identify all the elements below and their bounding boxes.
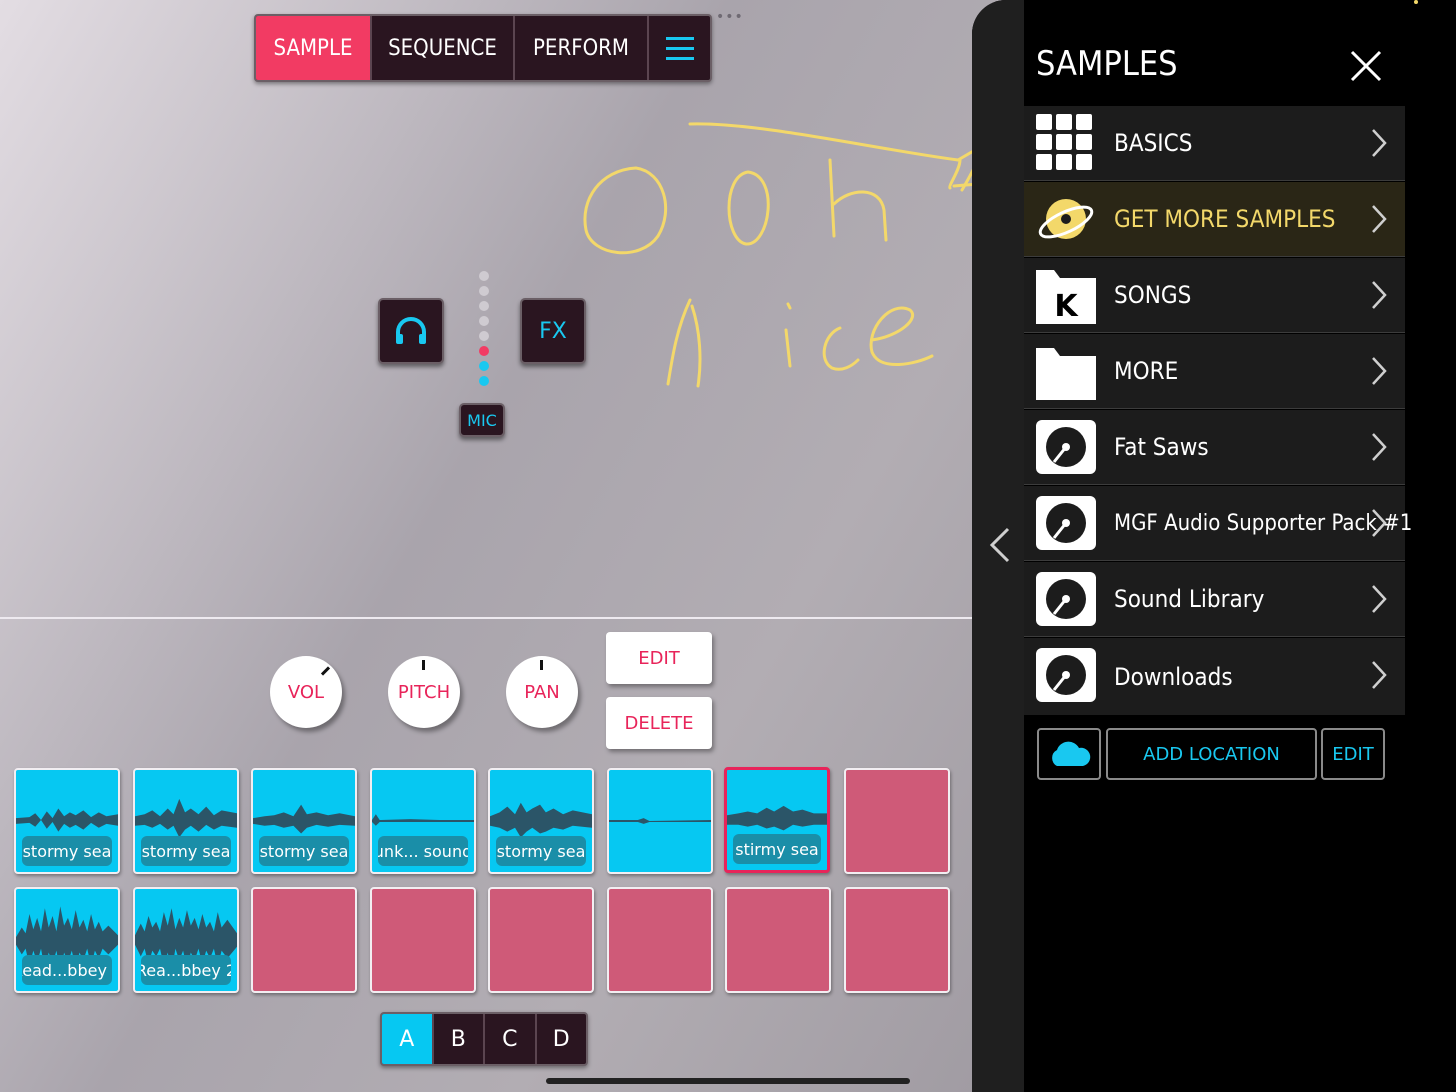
pad-1[interactable]: stormy sea [14, 768, 120, 874]
vol-knob[interactable]: VOL [270, 656, 342, 728]
chevron-right-icon [1372, 357, 1387, 385]
pad-label: stormy sea [259, 836, 349, 866]
chevron-right-icon [1372, 585, 1387, 613]
bank-selector: A B C D [380, 1012, 588, 1066]
pad-2[interactable]: stormy sea [133, 768, 239, 874]
chevron-right-icon [1372, 509, 1387, 537]
panel-item-label: MORE [1114, 357, 1179, 385]
chevron-left-icon[interactable] [986, 525, 1012, 565]
panel-item-label: MGF Audio Supporter Pack #1 [1114, 510, 1413, 536]
pad-label: Read...bbey 1 [22, 955, 112, 985]
edit-sample-button[interactable]: EDIT [606, 632, 712, 684]
chevron-right-icon [1372, 281, 1387, 309]
chevron-right-icon [1372, 129, 1387, 157]
pad-label: unk... sound [378, 836, 468, 866]
panel-item-songs[interactable]: K SONGS [1024, 258, 1405, 333]
headphones-icon [396, 317, 426, 344]
pan-knob-label: PAN [524, 681, 560, 703]
tab-sample[interactable]: SAMPLE [256, 16, 372, 80]
hamburger-icon [665, 36, 694, 60]
pad-10[interactable]: Rea...bbey 2 [133, 887, 239, 993]
close-icon[interactable] [1346, 46, 1386, 86]
panel-title: SAMPLES [1036, 44, 1178, 84]
mic-button[interactable]: MIC [459, 403, 505, 437]
multitask-grip[interactable]: ••• [716, 9, 744, 25]
drive-icon [1036, 496, 1096, 550]
pad-label: Rea...bbey 2 [141, 955, 231, 985]
pad-label: stormy sea [141, 836, 231, 866]
pad-5[interactable]: stormy sea [488, 768, 594, 874]
menu-button[interactable] [649, 16, 710, 80]
panel-item-label: Downloads [1114, 662, 1233, 691]
tab-perform[interactable]: PERFORM [515, 16, 649, 80]
panel-item-label: BASICS [1114, 129, 1193, 157]
drive-icon [1036, 572, 1096, 626]
panel-item-label: Fat Saws [1114, 433, 1209, 461]
pitch-knob-label: PITCH [397, 681, 451, 703]
status-indicator [1414, 0, 1418, 4]
cloud-button[interactable] [1037, 728, 1101, 780]
chevron-right-icon [1372, 661, 1387, 689]
panel-item-sound-library[interactable]: Sound Library [1024, 562, 1405, 637]
pad-4[interactable]: unk... sound [370, 768, 476, 874]
knob-indicator [320, 666, 331, 676]
pad-14[interactable] [607, 887, 713, 993]
waveform [609, 818, 711, 824]
pad-6[interactable] [607, 768, 713, 874]
planet-disc-icon [1038, 199, 1094, 239]
pad-label: stormy sea [496, 836, 586, 866]
pad-7-selected[interactable]: stirmy sea [724, 767, 830, 873]
panel-item-get-more-samples[interactable]: GET MORE SAMPLES [1024, 182, 1405, 257]
section-divider [0, 617, 972, 619]
pad-9[interactable]: Read...bbey 1 [14, 887, 120, 993]
folder-k-icon: K [1036, 270, 1096, 324]
fx-button[interactable]: FX [520, 298, 586, 364]
drive-icon [1036, 420, 1096, 474]
panel-item-label: SONGS [1114, 281, 1192, 309]
panel-item-label: Sound Library [1114, 585, 1265, 613]
pad-3[interactable]: stormy sea [251, 768, 357, 874]
pad-8[interactable] [844, 768, 950, 874]
panel-item-fat-saws[interactable]: Fat Saws [1024, 410, 1405, 485]
panel-item-more[interactable]: MORE [1024, 334, 1405, 409]
input-level-meter [479, 271, 491, 391]
vol-knob-label: VOL [287, 681, 325, 703]
pan-knob[interactable]: PAN [506, 656, 578, 728]
knob-indicator [422, 660, 425, 670]
panel-item-basics[interactable]: BASICS [1024, 106, 1405, 181]
svg-text:K: K [1054, 289, 1079, 324]
knob-indicator [540, 660, 543, 670]
bank-a[interactable]: A [382, 1014, 434, 1064]
panel-item-label: GET MORE SAMPLES [1114, 205, 1336, 233]
pad-11[interactable] [251, 887, 357, 993]
folder-icon [1036, 348, 1096, 400]
home-indicator[interactable] [546, 1078, 910, 1084]
pad-16[interactable] [844, 887, 950, 993]
grid-icon [1036, 114, 1092, 170]
mode-tabs: SAMPLE SEQUENCE PERFORM [254, 14, 712, 82]
delete-sample-button[interactable]: DELETE [606, 697, 712, 749]
tab-sequence[interactable]: SEQUENCE [372, 16, 515, 80]
pad-13[interactable] [488, 887, 594, 993]
cloud-icon [1052, 741, 1091, 766]
bank-b[interactable]: B [434, 1014, 485, 1064]
panel-item-downloads[interactable]: Downloads [1024, 638, 1405, 715]
edit-locations-button[interactable]: EDIT [1321, 728, 1385, 780]
pitch-knob[interactable]: PITCH [388, 656, 460, 728]
monitor-button[interactable] [378, 298, 444, 364]
panel-item-mgf-audio[interactable]: MGF Audio Supporter Pack #1 [1024, 486, 1412, 561]
pad-12[interactable] [370, 887, 476, 993]
drive-icon [1036, 648, 1096, 702]
pad-label: stormy sea [22, 836, 112, 866]
chevron-right-icon [1372, 433, 1387, 461]
bank-c[interactable]: C [485, 1014, 537, 1064]
pad-15[interactable] [725, 887, 831, 993]
chevron-right-icon [1372, 205, 1387, 233]
add-location-button[interactable]: ADD LOCATION [1106, 728, 1317, 780]
bank-d[interactable]: D [537, 1014, 587, 1064]
pad-label: stirmy sea [733, 834, 821, 864]
